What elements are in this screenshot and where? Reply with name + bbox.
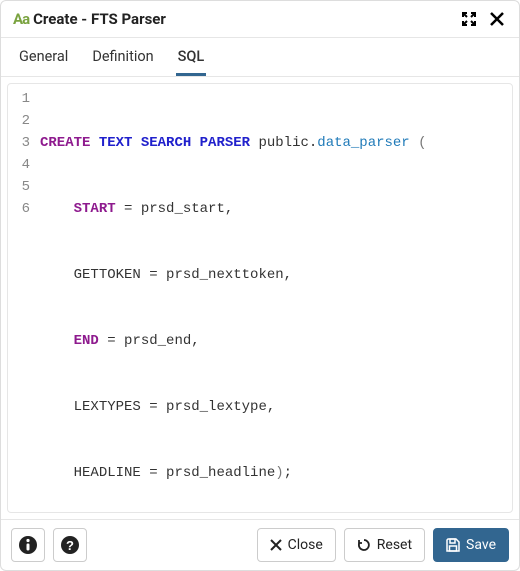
info-button[interactable] — [11, 528, 45, 562]
app-logo: Aa — [13, 10, 29, 28]
line-number: 1 — [8, 88, 30, 110]
close-dialog-button[interactable] — [487, 9, 507, 29]
tab-sql[interactable]: SQL — [176, 38, 207, 76]
help-icon: ? — [60, 535, 80, 555]
tab-general[interactable]: General — [17, 38, 70, 76]
code-area[interactable]: CREATE TEXT SEARCH PARSER public.data_pa… — [38, 84, 431, 512]
close-icon — [490, 12, 504, 26]
titlebar: Aa Create - FTS Parser — [1, 1, 519, 38]
tab-definition[interactable]: Definition — [90, 38, 155, 76]
reset-icon — [357, 538, 371, 552]
maximize-button[interactable] — [459, 9, 479, 29]
save-button-label: Save — [466, 537, 496, 553]
x-icon — [270, 539, 282, 551]
dialog-title: Create - FTS Parser — [33, 10, 166, 28]
line-number: 6 — [8, 198, 30, 220]
dialog-footer: ? Close Reset Save — [1, 519, 519, 570]
info-icon — [18, 535, 38, 555]
dialog-create-fts-parser: Aa Create - FTS Parser General Definitio… — [0, 0, 520, 571]
sql-editor[interactable]: 1 2 3 4 5 6 CREATE TEXT SEARCH PARSER pu… — [7, 83, 513, 513]
line-gutter: 1 2 3 4 5 6 — [8, 84, 38, 512]
save-button[interactable]: Save — [433, 528, 509, 562]
line-number: 5 — [8, 176, 30, 198]
svg-text:?: ? — [66, 538, 74, 553]
line-number: 3 — [8, 132, 30, 154]
close-button-label: Close — [288, 537, 323, 553]
line-number: 4 — [8, 154, 30, 176]
help-button[interactable]: ? — [53, 528, 87, 562]
reset-button-label: Reset — [377, 537, 412, 553]
expand-icon — [462, 12, 476, 26]
save-icon — [446, 538, 460, 552]
tabs: General Definition SQL — [1, 38, 519, 77]
close-button[interactable]: Close — [257, 528, 336, 562]
line-number: 2 — [8, 110, 30, 132]
reset-button[interactable]: Reset — [344, 528, 425, 562]
